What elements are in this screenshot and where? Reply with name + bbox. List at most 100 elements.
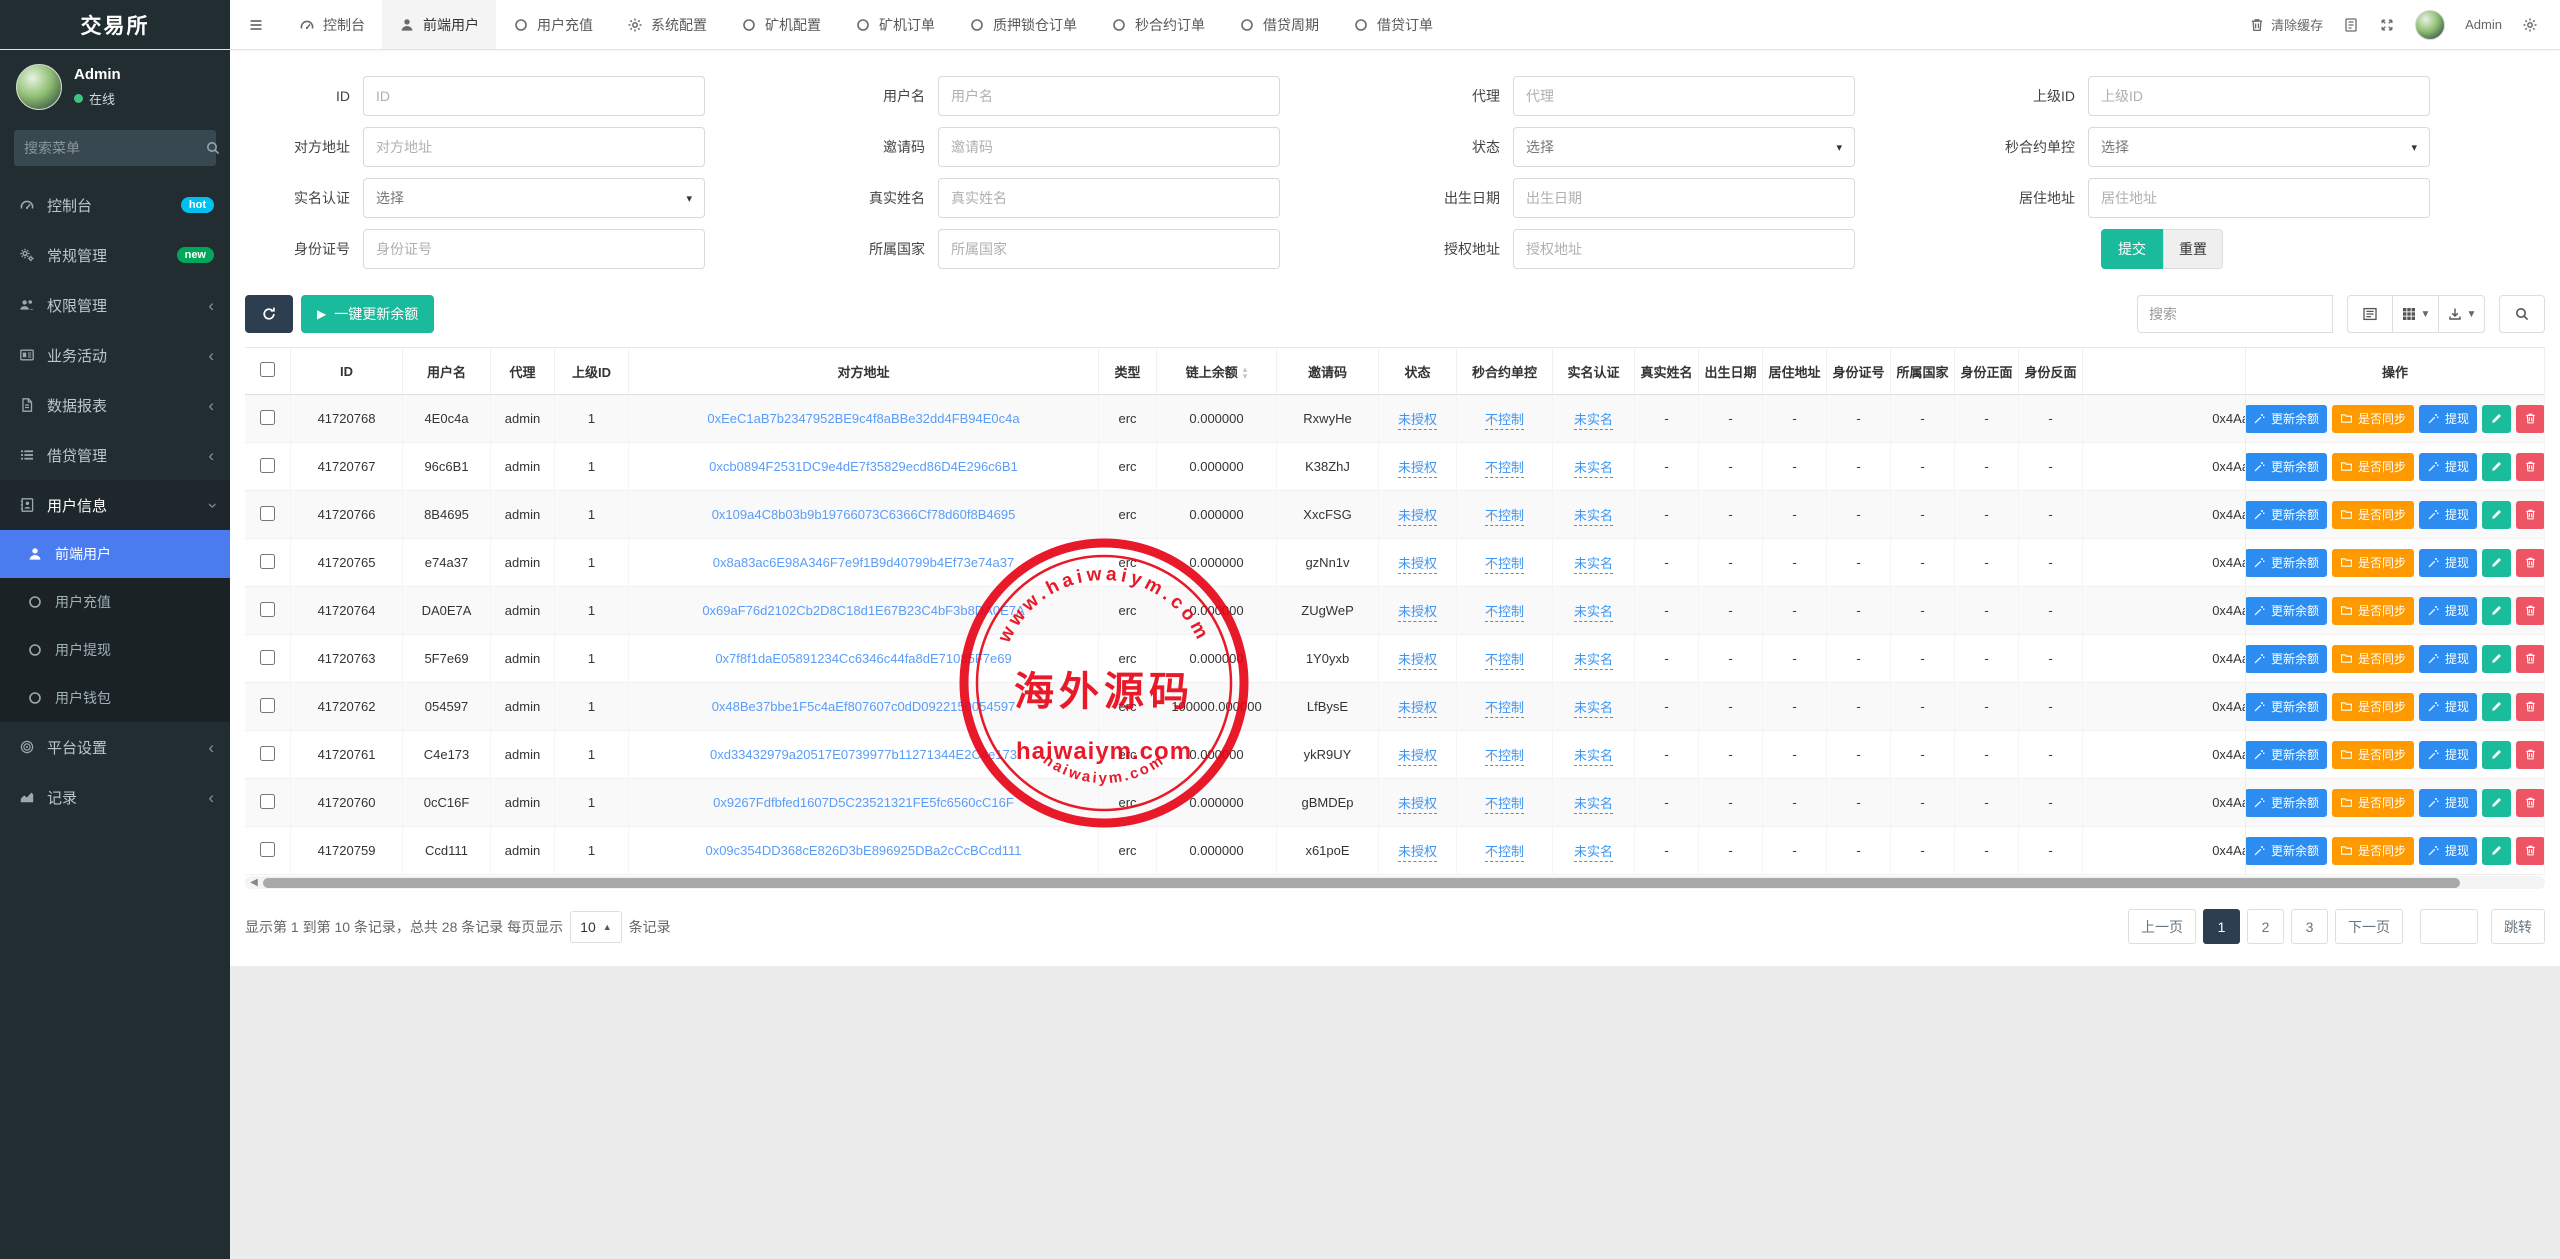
sidebar-item-business-activity[interactable]: 业务活动‹ (0, 330, 230, 380)
col-id[interactable]: ID (291, 348, 403, 395)
status-link[interactable]: 未授权 (1398, 556, 1437, 574)
withdraw-button[interactable]: 提现 (2419, 789, 2477, 817)
sidebar-subitem-front-users[interactable]: 前端用户 (0, 530, 230, 578)
address-link[interactable]: 0xEeC1aB7b2347952BE9c4f8aBBe32dd4FB94E0c… (707, 411, 1019, 426)
update-balance-button[interactable]: 更新余额 (2245, 501, 2327, 529)
row-checkbox[interactable] (260, 794, 275, 809)
address-link[interactable]: 0x09c354DD368cE826D3bE896925DBa2cCcBCcd1… (705, 843, 1021, 858)
table-search-input[interactable] (2137, 295, 2333, 333)
update-balance-button[interactable]: 更新余额 (2245, 741, 2327, 769)
top-menu-item-dashboard[interactable]: 控制台 (282, 0, 382, 49)
withdraw-button[interactable]: 提现 (2419, 549, 2477, 577)
col-id-back[interactable]: 身份反面 (2019, 348, 2083, 395)
jump-page-input[interactable] (2420, 909, 2478, 944)
status-link[interactable]: 未授权 (1398, 508, 1437, 526)
col-username[interactable]: 用户名 (403, 348, 491, 395)
address-link[interactable]: 0xd33432979a20517E0739977b11271344E2C4e1… (710, 747, 1017, 762)
settings-gear-icon[interactable] (2522, 17, 2538, 33)
delete-button[interactable] (2516, 501, 2545, 529)
filter-input-invite-code[interactable] (938, 127, 1280, 167)
edit-button[interactable] (2482, 741, 2511, 769)
sync-button[interactable]: 是否同步 (2332, 549, 2414, 577)
top-menu-item-user-recharge[interactable]: 用户充值 (496, 0, 610, 49)
sidebar-subitem-user-wallet[interactable]: 用户钱包 (0, 674, 230, 722)
sidebar-item-data-reports[interactable]: 数据报表‹ (0, 380, 230, 430)
update-balance-button[interactable]: 更新余额 (2245, 405, 2327, 433)
address-link[interactable]: 0x9267Fdfbfed1607D5C23521321FE5fc6560cC1… (713, 795, 1014, 810)
edit-button[interactable] (2482, 597, 2511, 625)
top-menu-item-loan-orders[interactable]: 借贷订单 (1336, 0, 1450, 49)
withdraw-button[interactable]: 提现 (2419, 453, 2477, 481)
update-all-balance-button[interactable]: ▶一键更新余额 (301, 295, 434, 333)
horizontal-scrollbar[interactable]: ◀ (245, 876, 2545, 889)
withdraw-button[interactable]: 提现 (2419, 741, 2477, 769)
col-contract-control[interactable]: 秒合约单控 (1457, 348, 1553, 395)
filter-input-country[interactable] (938, 229, 1280, 269)
username-label[interactable]: Admin (2465, 17, 2502, 32)
sidebar-item-general-management[interactable]: 常规管理new (0, 230, 230, 280)
row-checkbox[interactable] (260, 458, 275, 473)
sidebar-item-user-info[interactable]: 用户信息‹ (0, 480, 230, 530)
edit-button[interactable] (2482, 549, 2511, 577)
address-link[interactable]: 0x109a4C8b03b9b19766073C6366Cf78d60f8B46… (712, 507, 1016, 522)
page-button-1[interactable]: 1 (2203, 909, 2240, 944)
update-balance-button[interactable]: 更新余额 (2245, 453, 2327, 481)
col-kyc[interactable]: 实名认证 (1553, 348, 1635, 395)
withdraw-button[interactable]: 提现 (2419, 645, 2477, 673)
address-link[interactable]: 0x8a83ac6E98A346F7e9f1B9d40799b4Ef73e74a… (713, 555, 1014, 570)
update-balance-button[interactable]: 更新余额 (2245, 693, 2327, 721)
export-button[interactable]: ▼ (2439, 295, 2485, 333)
table-search-button[interactable] (2499, 295, 2545, 333)
sync-button[interactable]: 是否同步 (2332, 597, 2414, 625)
edit-button[interactable] (2482, 405, 2511, 433)
col-address[interactable]: 对方地址 (629, 348, 1099, 395)
status-link[interactable]: 未授权 (1398, 652, 1437, 670)
search-icon[interactable] (205, 140, 221, 156)
kyc-link[interactable]: 未实名 (1574, 652, 1613, 670)
filter-input-birth-date[interactable] (1513, 178, 1855, 218)
scrollbar-thumb[interactable] (263, 878, 2460, 888)
sync-button[interactable]: 是否同步 (2332, 501, 2414, 529)
filter-input-id-card[interactable] (363, 229, 705, 269)
delete-button[interactable] (2516, 741, 2545, 769)
scroll-left-arrow-icon[interactable]: ◀ (247, 876, 261, 889)
kyc-link[interactable]: 未实名 (1574, 604, 1613, 622)
col-status[interactable]: 状态 (1379, 348, 1457, 395)
sort-carets-icon[interactable]: ▴▾ (1243, 366, 1248, 380)
filter-select-status[interactable]: 选择▾ (1513, 127, 1855, 167)
columns-button[interactable]: ▼ (2393, 295, 2439, 333)
top-menu-item-loan-cycle[interactable]: 借贷周期 (1222, 0, 1336, 49)
page-button-2[interactable]: 2 (2247, 909, 2284, 944)
col-agent[interactable]: 代理 (491, 348, 555, 395)
jump-button[interactable]: 跳转 (2491, 909, 2545, 944)
reset-button[interactable]: 重置 (2163, 229, 2223, 269)
status-link[interactable]: 未授权 (1398, 412, 1437, 430)
withdraw-button[interactable]: 提现 (2419, 405, 2477, 433)
edit-button[interactable] (2482, 789, 2511, 817)
sync-button[interactable]: 是否同步 (2332, 693, 2414, 721)
edit-button[interactable] (2482, 645, 2511, 673)
row-checkbox[interactable] (260, 602, 275, 617)
delete-button[interactable] (2516, 549, 2545, 577)
top-menu-item-miner-config[interactable]: 矿机配置 (724, 0, 838, 49)
contract-control-link[interactable]: 不控制 (1485, 460, 1524, 478)
col-parent-id[interactable]: 上级ID (555, 348, 629, 395)
edit-button[interactable] (2482, 501, 2511, 529)
col-id-card[interactable]: 身份证号 (1827, 348, 1891, 395)
status-link[interactable]: 未授权 (1398, 796, 1437, 814)
row-checkbox[interactable] (260, 650, 275, 665)
update-balance-button[interactable]: 更新余额 (2245, 549, 2327, 577)
delete-button[interactable] (2516, 645, 2545, 673)
sidebar-item-records[interactable]: 记录‹ (0, 772, 230, 822)
sync-button[interactable]: 是否同步 (2332, 741, 2414, 769)
contract-control-link[interactable]: 不控制 (1485, 844, 1524, 862)
status-link[interactable]: 未授权 (1398, 748, 1437, 766)
top-menu-item-second-contract-orders[interactable]: 秒合约订单 (1094, 0, 1222, 49)
col-invite-code[interactable]: 邀请码 (1277, 348, 1379, 395)
row-checkbox[interactable] (260, 746, 275, 761)
contract-control-link[interactable]: 不控制 (1485, 796, 1524, 814)
filter-input-address[interactable] (363, 127, 705, 167)
address-link[interactable]: 0x69aF76d2102Cb2D8C18d1E67B23C4bF3b8DA0E… (702, 603, 1024, 618)
filter-input-username[interactable] (938, 76, 1280, 116)
col-type[interactable]: 类型 (1099, 348, 1157, 395)
